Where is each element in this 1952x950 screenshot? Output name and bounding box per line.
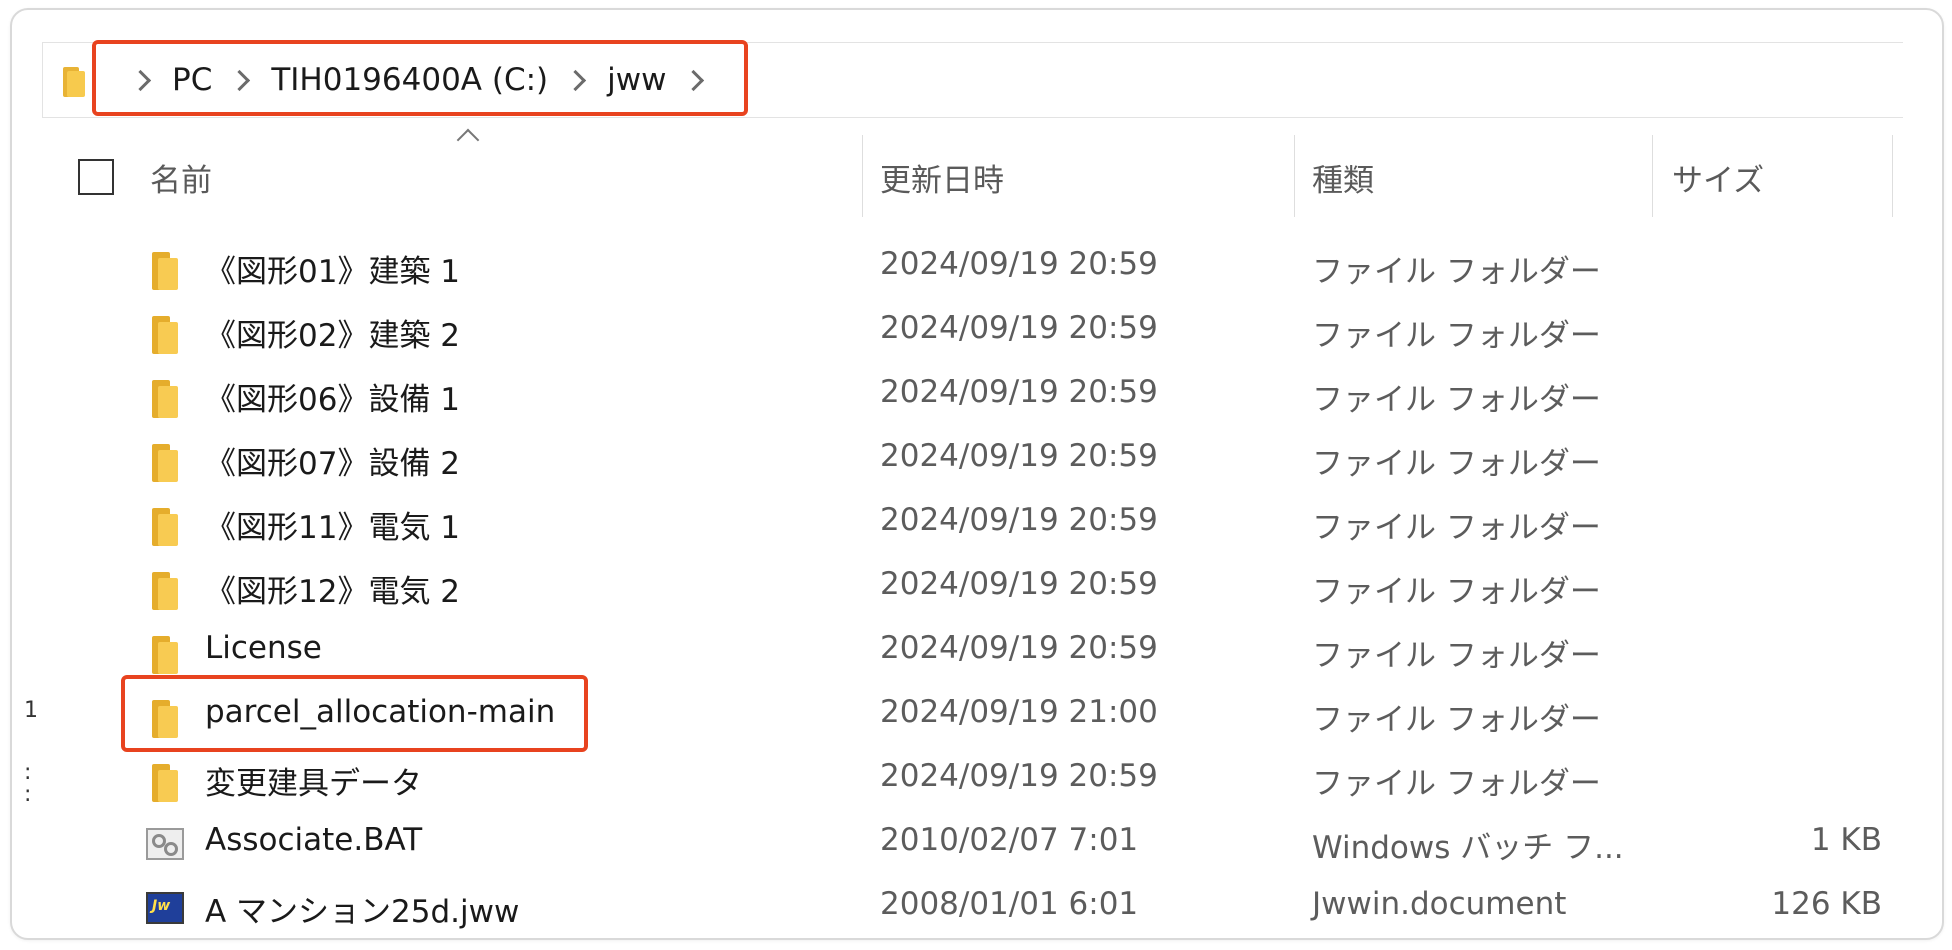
file-modified: 2024/09/19 20:59 xyxy=(880,374,1158,410)
column-divider[interactable] xyxy=(1892,135,1893,217)
select-all-checkbox[interactable] xyxy=(78,159,114,195)
batch-file-icon xyxy=(146,828,184,860)
file-modified: 2010/02/07 7:01 xyxy=(880,822,1139,858)
list-item[interactable]: 《図形11》電気 1 2024/09/19 20:59 ファイル フォルダー xyxy=(12,492,1942,556)
file-type: ファイル フォルダー xyxy=(1312,766,1601,802)
folder-icon xyxy=(150,252,180,290)
file-modified: 2024/09/19 20:59 xyxy=(880,438,1158,474)
file-modified: 2024/09/19 20:59 xyxy=(880,630,1158,666)
folder-icon xyxy=(150,380,180,418)
file-modified: 2024/09/19 20:59 xyxy=(880,758,1158,794)
folder-icon xyxy=(150,444,180,482)
file-modified: 2008/01/01 6:01 xyxy=(880,886,1139,922)
file-explorer-window: PC TIH0196400A (C:) jww 名前 更新日時 種類 サイズ 《… xyxy=(10,8,1944,940)
list-item[interactable]: 《図形12》電気 2 2024/09/19 20:59 ファイル フォルダー xyxy=(12,556,1942,620)
file-name: 《図形11》電気 1 xyxy=(205,510,461,546)
column-header-modified[interactable]: 更新日時 xyxy=(880,155,1004,200)
jww-file-icon: Jw xyxy=(146,892,184,924)
file-name: 《図形02》建築 2 xyxy=(205,318,461,354)
column-header-size[interactable]: サイズ xyxy=(1672,155,1764,200)
list-item[interactable]: 《図形06》設備 1 2024/09/19 20:59 ファイル フォルダー xyxy=(12,364,1942,428)
folder-icon xyxy=(63,63,85,97)
folder-icon xyxy=(150,764,180,802)
folder-highlight-box xyxy=(121,675,588,752)
column-divider[interactable] xyxy=(1294,135,1295,217)
column-header-row: 名前 更新日時 種類 サイズ xyxy=(12,135,1942,217)
list-item[interactable]: Associate.BAT 2010/02/07 7:01 Windows バッ… xyxy=(12,812,1942,876)
file-name: 《図形06》設備 1 xyxy=(205,382,461,418)
file-name: 《図形01》建築 1 xyxy=(205,254,461,290)
list-item[interactable]: 変更建具データ 2024/09/19 20:59 ファイル フォルダー xyxy=(12,748,1942,812)
list-item[interactable]: 《図形07》設備 2 2024/09/19 20:59 ファイル フォルダー xyxy=(12,428,1942,492)
file-size: 126 KB xyxy=(1771,886,1882,922)
list-item[interactable]: Jw A マンション25d.jww 2008/01/01 6:01 Jwwin.… xyxy=(12,876,1942,938)
file-type: ファイル フォルダー xyxy=(1312,702,1601,738)
file-type: ファイル フォルダー xyxy=(1312,318,1601,354)
file-type: ファイル フォルダー xyxy=(1312,510,1601,546)
folder-icon xyxy=(150,508,180,546)
column-header-name[interactable]: 名前 xyxy=(150,155,212,200)
file-size: 1 KB xyxy=(1810,822,1882,858)
file-type: ファイル フォルダー xyxy=(1312,638,1601,674)
breadcrumb-highlight-box xyxy=(92,40,748,116)
file-modified: 2024/09/19 21:00 xyxy=(880,694,1158,730)
file-name: 《図形07》設備 2 xyxy=(205,446,461,482)
column-divider[interactable] xyxy=(1652,135,1653,217)
folder-icon xyxy=(150,316,180,354)
file-name: 《図形12》電気 2 xyxy=(205,574,461,610)
file-type: Jwwin.document xyxy=(1312,886,1567,922)
left-edge-mark: : xyxy=(24,782,32,807)
file-name: A マンション25d.jww xyxy=(205,894,520,930)
file-modified: 2024/09/19 20:59 xyxy=(880,246,1158,282)
file-name: Associate.BAT xyxy=(205,822,423,858)
column-header-type[interactable]: 種類 xyxy=(1312,155,1374,200)
file-name: License xyxy=(205,630,322,666)
list-item[interactable]: 《図形01》建築 1 2024/09/19 20:59 ファイル フォルダー xyxy=(12,236,1942,300)
left-edge-mark: 1 xyxy=(24,698,38,723)
file-modified: 2024/09/19 20:59 xyxy=(880,502,1158,538)
file-type: ファイル フォルダー xyxy=(1312,382,1601,418)
folder-icon xyxy=(150,572,180,610)
file-modified: 2024/09/19 20:59 xyxy=(880,310,1158,346)
file-type: ファイル フォルダー xyxy=(1312,254,1601,290)
file-type: Windows バッチ フ... xyxy=(1312,830,1624,866)
file-list: 《図形01》建築 1 2024/09/19 20:59 ファイル フォルダー 《… xyxy=(12,236,1942,938)
folder-icon xyxy=(150,636,180,674)
file-type: ファイル フォルダー xyxy=(1312,574,1601,610)
list-item[interactable]: 《図形02》建築 2 2024/09/19 20:59 ファイル フォルダー xyxy=(12,300,1942,364)
column-divider[interactable] xyxy=(862,135,863,217)
file-name: 変更建具データ xyxy=(205,766,422,802)
file-type: ファイル フォルダー xyxy=(1312,446,1601,482)
file-modified: 2024/09/19 20:59 xyxy=(880,566,1158,602)
